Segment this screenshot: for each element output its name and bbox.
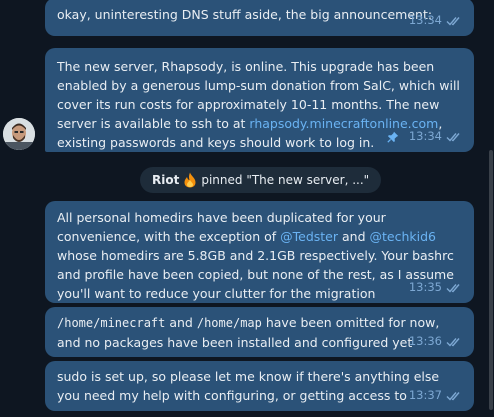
pin-icon	[387, 131, 399, 143]
mention-link[interactable]: @Tedster	[280, 229, 338, 244]
message-time: 13:36	[408, 334, 442, 348]
message-time: 13:35	[408, 280, 442, 294]
message-bubble[interactable]: /home/minecraft and /home/map have been …	[45, 307, 474, 357]
message-meta: 13:36	[409, 332, 464, 351]
double-check-icon	[446, 337, 460, 347]
service-actor: Riot	[152, 173, 180, 187]
chat-history: okay, uninteresting DNS stuff aside, the…	[0, 0, 494, 417]
message-bubble[interactable]: All personal homedirs have been duplicat…	[45, 201, 474, 303]
message-text: okay, uninteresting DNS stuff aside, the…	[57, 7, 433, 22]
message-text: All personal homedirs have been duplicat…	[57, 210, 454, 301]
message-time: 13:34	[408, 13, 442, 27]
message-text: /home/minecraft and /home/map have been …	[57, 315, 439, 350]
service-action: pinned "The new server, ..."	[201, 173, 370, 187]
message-meta: 13:35	[409, 278, 464, 297]
double-check-icon	[446, 16, 460, 26]
message-bubble[interactable]: sudo is set up, so please let me know if…	[45, 361, 474, 411]
message-time: 13:37	[408, 388, 442, 402]
message-bubble[interactable]: okay, uninteresting DNS stuff aside, the…	[45, 0, 474, 36]
message-meta: 13:34	[409, 11, 464, 30]
message-text-part: whose homedirs are 5.8GB and 2.1GB respe…	[57, 248, 454, 301]
message-meta: 13:34	[387, 127, 464, 146]
message-time: 13:34	[408, 129, 442, 143]
message-text-part: and	[338, 229, 370, 244]
chat-scrollbar[interactable]	[488, 0, 493, 417]
scrollbar-thumb[interactable]	[489, 150, 493, 410]
message-bubble[interactable]: The new server, Rhapsody, is online. Thi…	[45, 48, 474, 152]
code-span: /home/map	[196, 316, 262, 330]
code-span: /home/minecraft	[57, 316, 166, 330]
message-text: sudo is set up, so please let me know if…	[57, 369, 440, 403]
mention-link[interactable]: @techkid6	[369, 229, 436, 244]
sender-avatar[interactable]	[3, 118, 35, 150]
fire-icon	[184, 172, 196, 188]
double-check-icon	[446, 283, 460, 293]
double-check-icon	[446, 391, 460, 401]
message-meta: 13:37	[409, 386, 464, 405]
avatar-image	[3, 118, 35, 150]
double-check-icon	[446, 132, 460, 142]
pinned-service-message[interactable]: Riot pinned "The new server, ..."	[140, 167, 382, 193]
message-text-part: and	[165, 315, 197, 330]
